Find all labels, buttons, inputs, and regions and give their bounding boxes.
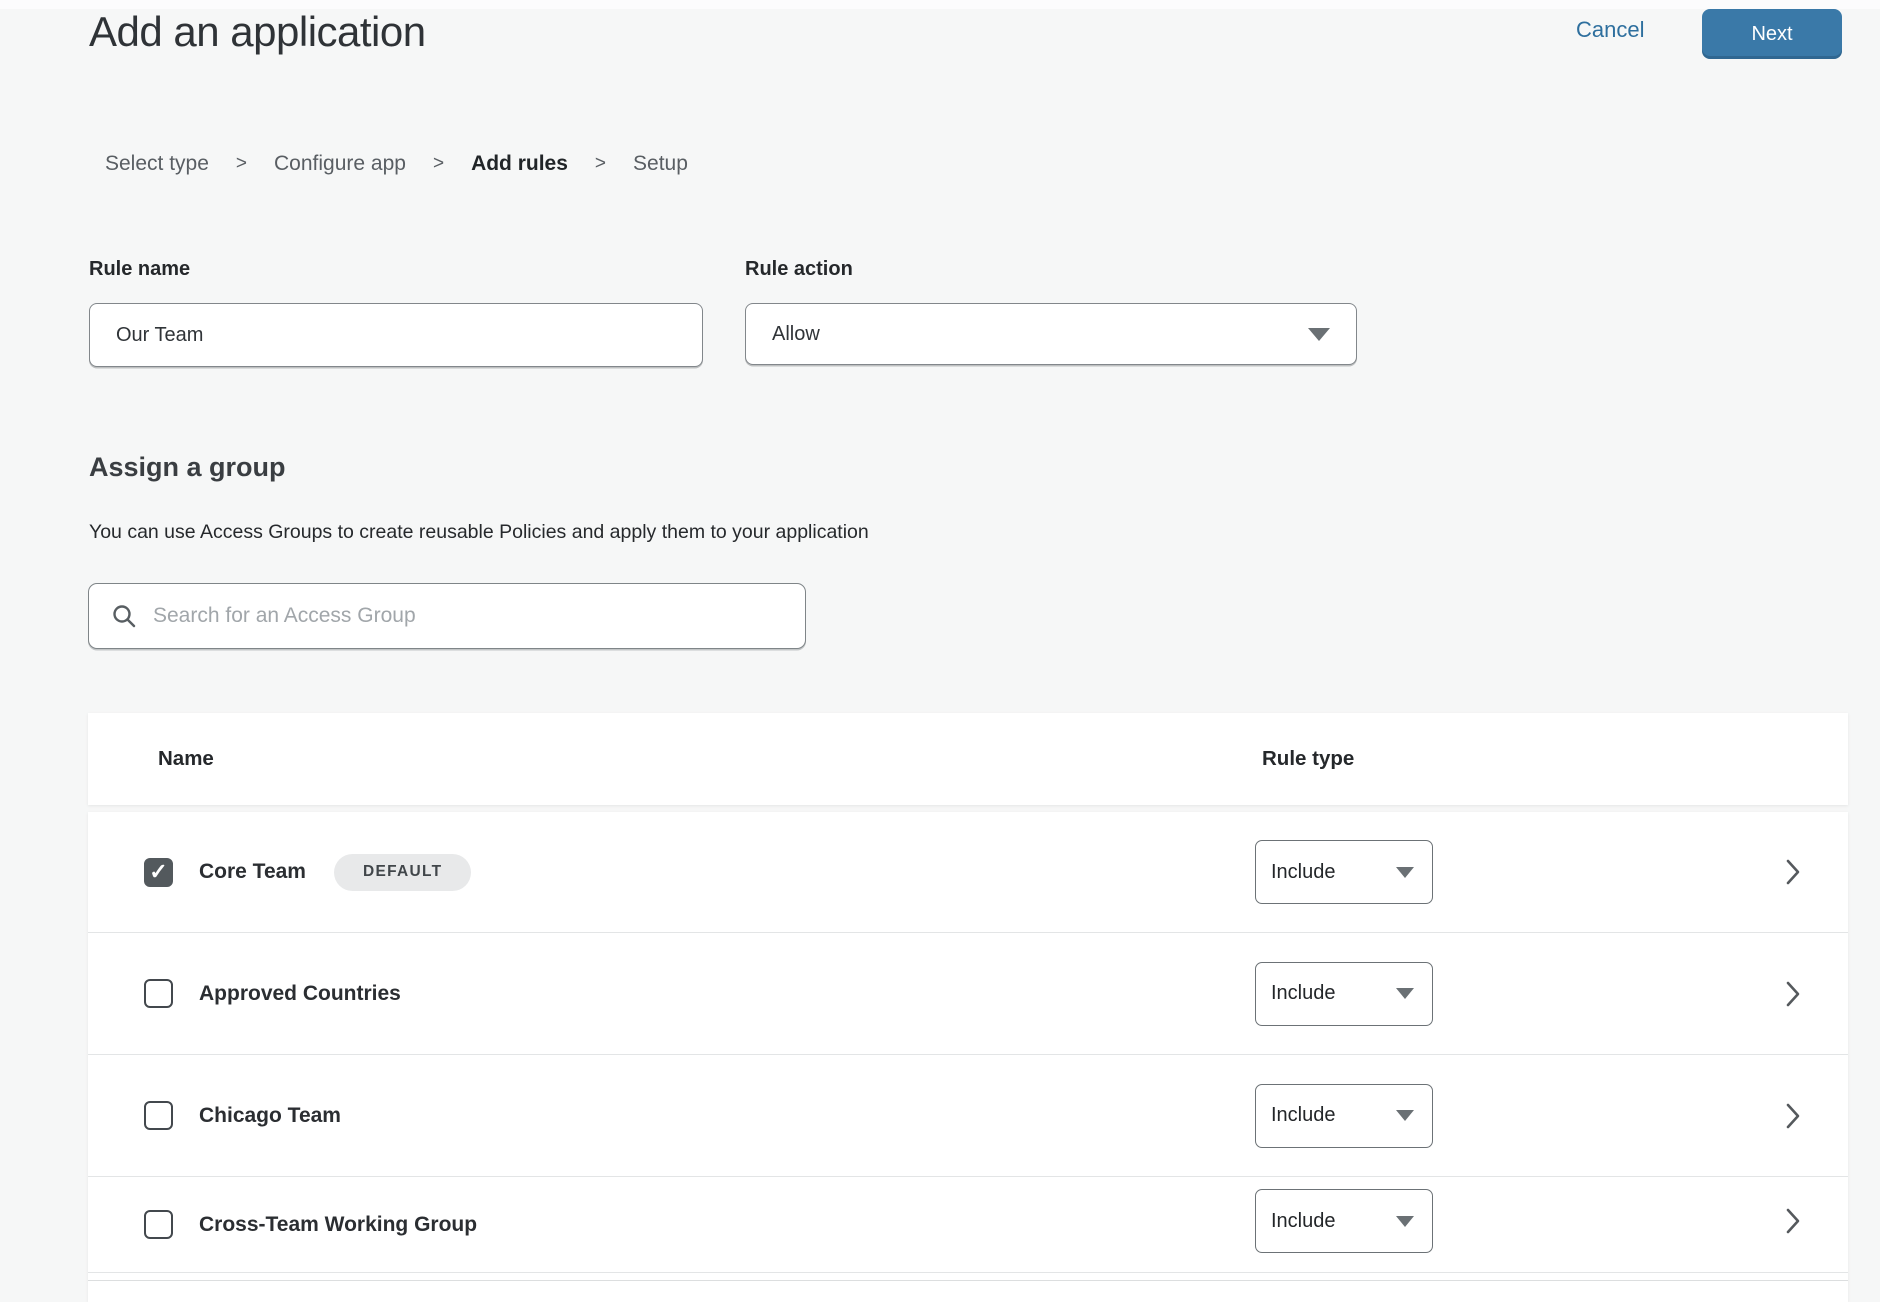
breadcrumb-step-setup[interactable]: Setup [633, 152, 688, 176]
groups-table: ✓ Core Team DEFAULT Include ✓ Approved C… [88, 812, 1848, 1302]
rule-type-select[interactable]: Include [1255, 1084, 1433, 1148]
rule-type-select[interactable]: Include [1255, 840, 1433, 904]
rule-type-select[interactable]: Include [1255, 1189, 1433, 1253]
chevron-right-icon[interactable] [1785, 1102, 1801, 1130]
column-header-rule-type: Rule type [1262, 713, 1354, 805]
search-input[interactable] [153, 604, 783, 628]
chevron-down-icon [1308, 328, 1330, 341]
column-header-name: Name [158, 713, 214, 805]
chevron-right-icon[interactable] [1785, 980, 1801, 1008]
table-footer-strip [88, 1273, 1848, 1281]
table-row-approved-countries: ✓ Approved Countries Include [88, 933, 1848, 1055]
rule-type-select[interactable]: Include [1255, 962, 1433, 1026]
rule-action-value: Allow [772, 323, 820, 346]
rule-action-label: Rule action [745, 258, 853, 281]
page-title: Add an application [89, 8, 426, 56]
chevron-down-icon [1396, 1110, 1414, 1121]
row-checkbox[interactable]: ✓ [144, 1101, 173, 1130]
checkmark-icon: ✓ [149, 861, 167, 883]
group-name: Core Team [199, 860, 306, 884]
chevron-right-icon[interactable] [1785, 858, 1801, 886]
breadcrumb-step-add-rules[interactable]: Add rules [471, 152, 568, 176]
breadcrumb: Select type > Configure app > Add rules … [105, 152, 688, 176]
breadcrumb-separator: > [595, 153, 606, 175]
group-name: Approved Countries [199, 982, 401, 1006]
search-icon [111, 603, 137, 629]
row-checkbox[interactable]: ✓ [144, 1210, 173, 1239]
rule-type-value: Include [1271, 861, 1336, 884]
row-checkbox[interactable]: ✓ [144, 979, 173, 1008]
rule-name-input[interactable] [89, 303, 703, 367]
rule-name-label: Rule name [89, 258, 190, 281]
group-name: Cross-Team Working Group [199, 1213, 477, 1237]
group-name: Chicago Team [199, 1104, 341, 1128]
breadcrumb-step-select-type[interactable]: Select type [105, 152, 209, 176]
rule-type-value: Include [1271, 982, 1336, 1005]
rule-action-select[interactable]: Allow [745, 303, 1357, 365]
assign-group-heading: Assign a group [89, 452, 286, 483]
breadcrumb-step-configure-app[interactable]: Configure app [274, 152, 406, 176]
rule-type-value: Include [1271, 1210, 1336, 1233]
chevron-down-icon [1396, 988, 1414, 999]
row-checkbox[interactable]: ✓ [144, 858, 173, 887]
chevron-down-icon [1396, 867, 1414, 878]
groups-table-header: Name Rule type [88, 713, 1848, 805]
table-row-core-team: ✓ Core Team DEFAULT Include [88, 812, 1848, 933]
table-row-cross-team-working-group: ✓ Cross-Team Working Group Include [88, 1177, 1848, 1273]
next-button[interactable]: Next [1702, 9, 1842, 59]
chevron-right-icon[interactable] [1785, 1207, 1801, 1235]
breadcrumb-separator: > [236, 153, 247, 175]
assign-group-description: You can use Access Groups to create reus… [89, 521, 869, 544]
breadcrumb-separator: > [433, 153, 444, 175]
table-row-chicago-team: ✓ Chicago Team Include [88, 1055, 1848, 1177]
cancel-button[interactable]: Cancel [1576, 17, 1644, 43]
rule-type-value: Include [1271, 1104, 1336, 1127]
chevron-down-icon [1396, 1216, 1414, 1227]
default-badge: DEFAULT [334, 854, 471, 891]
access-group-search[interactable] [88, 583, 806, 649]
